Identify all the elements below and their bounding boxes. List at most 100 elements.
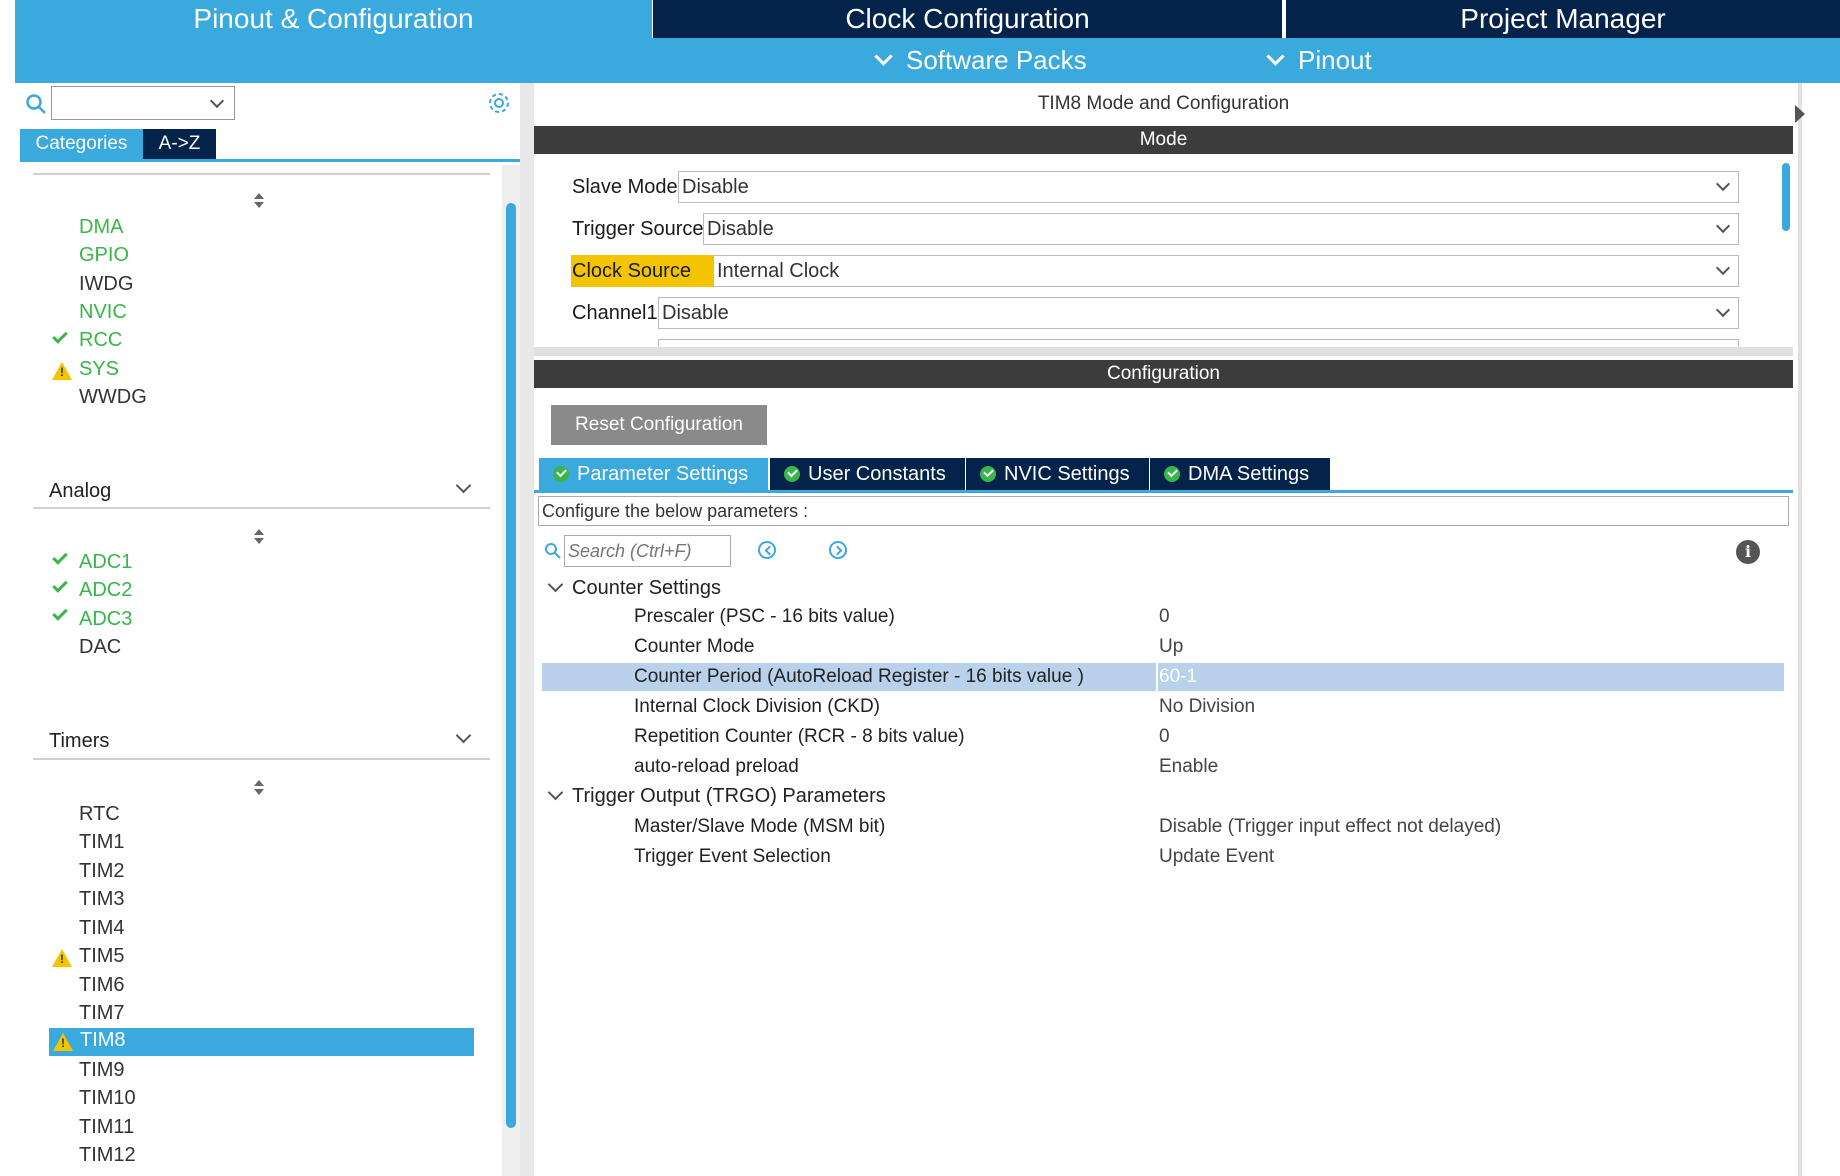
category-timers[interactable]: Timers (49, 730, 109, 753)
param-row-clock-division[interactable]: Internal Clock Division (CKD) No Divisio… (542, 693, 1784, 721)
param-row-prescaler[interactable]: Prescaler (PSC - 16 bits value) 0 (542, 603, 1784, 631)
param-row-master-slave-mode[interactable]: Master/Slave Mode (MSM bit) Disable (Tri… (542, 813, 1784, 841)
list-item-iwdg[interactable]: IWDG (79, 271, 133, 297)
section-divider (33, 173, 490, 175)
param-value: Up (1159, 636, 1184, 657)
mode-scrollbar-thumb[interactable] (1782, 163, 1790, 231)
pinout-menu[interactable]: Pinout (1266, 38, 1372, 83)
list-item-adc3[interactable]: ADC3 (79, 606, 132, 632)
param-value: No Division (1159, 696, 1256, 717)
mode-configuration-panel: TIM8 Mode and Configuration Mode Slave M… (534, 83, 1793, 1176)
mode-header: Mode (534, 126, 1793, 154)
group-label: Counter Settings (572, 577, 721, 599)
warning-icon (52, 362, 72, 380)
list-item-label: TIM8 (80, 1029, 126, 1051)
param-row-repetition-counter[interactable]: Repetition Counter (RCR - 8 bits value) … (542, 723, 1784, 751)
list-item-rtc[interactable]: RTC (79, 801, 120, 827)
slave-mode-select[interactable]: Disable (678, 171, 1739, 203)
chevron-down-icon (1266, 47, 1285, 66)
software-packs-label: Software Packs (906, 45, 1087, 75)
splitter[interactable] (520, 83, 534, 1176)
param-value: 0 (1159, 606, 1170, 627)
tab-nvic-settings[interactable]: NVIC Settings (966, 458, 1149, 490)
check-circle-icon (553, 466, 569, 482)
param-row-counter-mode[interactable]: Counter Mode Up (542, 633, 1784, 661)
check-icon (52, 577, 68, 593)
slave-mode-label: Slave Mode (572, 175, 678, 198)
list-item-tim8-selected[interactable]: TIM8 (49, 1028, 474, 1056)
tab-categories[interactable]: Categories (20, 129, 143, 159)
list-item-rcc[interactable]: RCC (79, 327, 122, 353)
tab-label: User Constants (808, 462, 946, 485)
list-item-adc1[interactable]: ADC1 (79, 549, 132, 575)
tab-label: DMA Settings (1188, 462, 1310, 485)
sort-icon[interactable] (253, 780, 265, 796)
list-item-nvic[interactable]: NVIC (79, 299, 127, 325)
parameter-search-input[interactable] (564, 535, 731, 567)
tab-project-manager[interactable]: Project Manager (1284, 0, 1840, 38)
tab-parameter-settings[interactable]: Parameter Settings (539, 458, 768, 490)
tab-underline (20, 159, 525, 162)
param-row-counter-period[interactable]: Counter Period (AutoReload Register - 16… (542, 663, 1784, 691)
list-item-dma[interactable]: DMA (79, 214, 123, 240)
section-divider (33, 507, 490, 509)
select-value: Internal Clock (717, 260, 840, 282)
tab-dma-settings[interactable]: DMA Settings (1150, 458, 1330, 490)
list-item-tim3[interactable]: TIM3 (79, 886, 125, 912)
sort-icon[interactable] (253, 529, 265, 545)
category-analog[interactable]: Analog (49, 480, 111, 503)
param-name: Repetition Counter (RCR - 8 bits value) (634, 726, 965, 747)
reset-configuration-button[interactable]: Reset Configuration (551, 405, 767, 445)
chevron-down-icon[interactable] (455, 727, 472, 744)
list-item-tim1[interactable]: TIM1 (79, 829, 125, 855)
collapse-arrow-icon[interactable] (1795, 105, 1805, 123)
tab-clock-configuration[interactable]: Clock Configuration (652, 0, 1282, 38)
list-item-tim11[interactable]: TIM11 (79, 1114, 134, 1140)
list-item-tim12[interactable]: TIM12 (79, 1142, 136, 1168)
search-icon (545, 543, 561, 559)
configuration-header: Configuration (534, 360, 1793, 388)
gear-icon[interactable] (486, 90, 512, 116)
list-item-tim10[interactable]: TIM10 (79, 1085, 136, 1111)
list-item-wwdg[interactable]: WWDG (79, 384, 147, 410)
tab-pinout-configuration[interactable]: Pinout & Configuration (15, 0, 652, 38)
chevron-down-icon (209, 93, 225, 109)
list-item-adc2[interactable]: ADC2 (79, 577, 132, 603)
param-value: Disable (Trigger input effect not delaye… (1159, 816, 1502, 837)
list-item-tim4[interactable]: TIM4 (79, 915, 125, 941)
list-item-tim7[interactable]: TIM7 (79, 1000, 125, 1026)
clock-source-select[interactable]: Internal Clock (713, 255, 1739, 287)
trigger-source-select[interactable]: Disable (703, 213, 1739, 245)
list-item-tim2[interactable]: TIM2 (79, 858, 125, 884)
param-row-auto-reload-preload[interactable]: auto-reload preload Enable (542, 753, 1784, 781)
sub-menu-bar: Software Packs Pinout (15, 38, 1840, 83)
param-value[interactable]: 60-1 (1159, 666, 1197, 688)
param-name: Prescaler (PSC - 16 bits value) (634, 606, 895, 627)
search-dropdown[interactable] (51, 86, 235, 120)
list-item-tim6[interactable]: TIM6 (79, 972, 125, 998)
list-item-dac[interactable]: DAC (79, 634, 121, 660)
list-item-tim9[interactable]: TIM9 (79, 1057, 125, 1083)
section-splitter[interactable] (534, 347, 1793, 356)
next-match-icon[interactable] (829, 541, 847, 559)
software-packs-menu[interactable]: Software Packs (874, 38, 1087, 83)
param-row-trigger-event[interactable]: Trigger Event Selection Update Event (542, 843, 1784, 871)
list-item-sys[interactable]: SYS (79, 356, 119, 382)
param-name: Internal Clock Division (CKD) (634, 696, 881, 717)
info-icon[interactable]: i (1736, 540, 1760, 564)
list-item-tim5[interactable]: TIM5 (79, 943, 125, 969)
tab-a-to-z[interactable]: A->Z (143, 129, 216, 159)
chevron-down-icon[interactable] (455, 477, 472, 494)
select-value: Disable (662, 302, 729, 324)
tab-user-constants[interactable]: User Constants (770, 458, 965, 490)
scrollbar-thumb[interactable] (506, 203, 516, 1128)
select-partial (658, 339, 1739, 347)
param-name: Counter Mode (634, 636, 755, 657)
sort-icon[interactable] (253, 193, 265, 209)
trigger-source-label: Trigger Source (572, 217, 704, 240)
channel1-select[interactable]: Disable (658, 297, 1739, 329)
check-icon (52, 549, 68, 565)
group-label: Trigger Output (TRGO) Parameters (572, 785, 886, 807)
list-item-gpio[interactable]: GPIO (79, 242, 129, 268)
previous-match-icon[interactable] (758, 541, 776, 559)
